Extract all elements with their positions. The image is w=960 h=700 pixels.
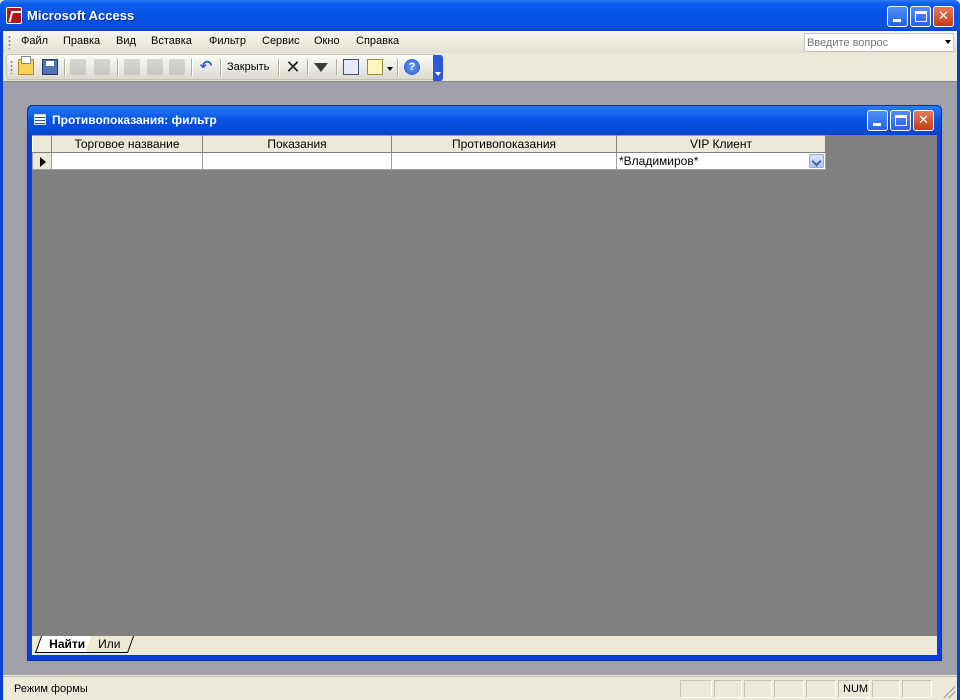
filter-cell[interactable] — [202, 152, 392, 170]
minimize-icon — [873, 123, 881, 126]
maximize-button[interactable] — [910, 6, 931, 27]
toolbar-options-icon[interactable] — [433, 55, 443, 81]
access-window: Microsoft Access ✕ Файл Правка Вид Встав… — [0, 0, 960, 700]
datasheet-icon[interactable] — [34, 114, 46, 125]
status-pane — [806, 680, 836, 698]
status-num: NUM — [838, 680, 870, 698]
help-search-box[interactable] — [804, 33, 954, 52]
help-icon[interactable]: ? — [404, 59, 420, 75]
toolbar-separator — [117, 59, 118, 76]
record-selector[interactable] — [32, 152, 52, 170]
delete-icon[interactable]: ✕ — [285, 58, 301, 76]
child-maximize-button[interactable] — [890, 110, 911, 131]
menu-tools[interactable]: Сервис — [262, 35, 300, 47]
vip-client-filter-cell[interactable]: *Владимиров* — [616, 152, 826, 170]
copy-icon[interactable] — [147, 59, 163, 75]
toolbar-separator — [307, 59, 308, 76]
column-header[interactable]: Противопоказания — [391, 135, 617, 153]
tab-or-label: Или — [98, 637, 121, 651]
cut-icon[interactable] — [124, 59, 140, 75]
toolbar-separator — [191, 59, 192, 76]
toolbar-separator — [278, 59, 279, 76]
print-icon[interactable] — [70, 59, 86, 75]
new-object-icon[interactable] — [367, 59, 383, 75]
access-app-icon[interactable] — [6, 7, 22, 24]
undo-icon[interactable]: ↶ — [198, 59, 214, 75]
chevron-down-icon[interactable] — [809, 154, 824, 168]
new-object-dropdown-icon[interactable] — [387, 67, 393, 71]
status-pane — [714, 680, 742, 698]
filter-tabstrip: Найти Или — [32, 635, 937, 655]
menu-window[interactable]: Окно — [314, 35, 340, 47]
child-close-button[interactable]: ✕ — [913, 110, 934, 131]
status-bar: Режим формы NUM — [3, 676, 957, 700]
minimize-icon — [893, 19, 901, 22]
grid-header-row: Торговое название Показания Противопоказ… — [32, 135, 826, 153]
app-title: Microsoft Access — [27, 8, 135, 23]
mdi-workspace: Противопоказания: фильтр ✕ Торговое назв… — [3, 81, 957, 675]
filter-cell[interactable] — [391, 152, 617, 170]
save-icon[interactable] — [42, 59, 58, 75]
menu-help[interactable]: Справка — [356, 35, 399, 47]
tab-find-label: Найти — [49, 637, 86, 651]
menu-filter[interactable]: Фильтр — [209, 35, 246, 47]
status-pane — [872, 680, 900, 698]
status-mode: Режим формы — [14, 683, 88, 695]
toolbar: ↶ Закрыть ✕ ? — [6, 54, 443, 81]
grid-corner[interactable] — [32, 135, 52, 153]
paste-icon[interactable] — [169, 59, 185, 75]
open-folder-icon[interactable] — [18, 56, 34, 75]
current-record-arrow-icon — [40, 157, 46, 167]
help-search-input[interactable] — [805, 34, 935, 51]
apply-filter-icon[interactable] — [314, 63, 328, 72]
filter-grid: Торговое название Показания Противопоказ… — [32, 135, 826, 170]
datasheet-area: Торговое название Показания Противопоказ… — [32, 135, 937, 635]
filter-window-title: Противопоказания: фильтр — [52, 113, 217, 127]
toolbar-separator — [64, 59, 65, 76]
close-icon: ✕ — [938, 8, 949, 23]
vip-client-filter-value: *Владимиров* — [619, 154, 699, 168]
column-header[interactable]: Торговое название — [51, 135, 203, 153]
resize-grip-icon[interactable] — [943, 686, 955, 698]
close-filter-button[interactable]: Закрыть — [227, 61, 269, 73]
status-pane — [744, 680, 772, 698]
toolbar-separator — [397, 59, 398, 76]
maximize-icon — [895, 115, 907, 126]
child-minimize-button[interactable] — [867, 110, 888, 131]
database-window-icon[interactable] — [343, 59, 359, 75]
close-icon: ✕ — [918, 112, 929, 127]
status-pane — [902, 680, 932, 698]
menu-grip-icon[interactable] — [8, 35, 11, 49]
spelling-icon[interactable] — [94, 59, 110, 75]
status-pane — [680, 680, 712, 698]
toolbar-grip-icon[interactable] — [10, 60, 13, 74]
minimize-button[interactable] — [887, 6, 908, 27]
client-area: Файл Правка Вид Вставка Фильтр Сервис Ок… — [3, 31, 957, 700]
column-header[interactable]: VIP Клиент — [616, 135, 826, 153]
filter-window: Противопоказания: фильтр ✕ Торговое назв… — [27, 105, 942, 661]
toolbar-separator — [220, 59, 221, 76]
menu-view[interactable]: Вид — [116, 35, 136, 47]
table-row: *Владимиров* — [32, 152, 826, 170]
title-bar[interactable]: Microsoft Access ✕ — [0, 0, 960, 32]
filter-cell[interactable] — [51, 152, 203, 170]
column-header[interactable]: Показания — [202, 135, 392, 153]
status-pane — [774, 680, 804, 698]
maximize-icon — [915, 11, 927, 22]
help-search-dropdown-icon[interactable] — [945, 40, 951, 44]
toolbar-separator — [336, 59, 337, 76]
filter-window-title-bar[interactable]: Противопоказания: фильтр ✕ — [28, 106, 941, 134]
menu-insert[interactable]: Вставка — [151, 35, 192, 47]
menu-edit[interactable]: Правка — [63, 35, 100, 47]
close-button[interactable]: ✕ — [933, 6, 954, 27]
menu-bar: Файл Правка Вид Вставка Фильтр Сервис Ок… — [3, 31, 957, 53]
menu-file[interactable]: Файл — [21, 35, 48, 47]
tab-or[interactable]: Или — [84, 636, 135, 653]
